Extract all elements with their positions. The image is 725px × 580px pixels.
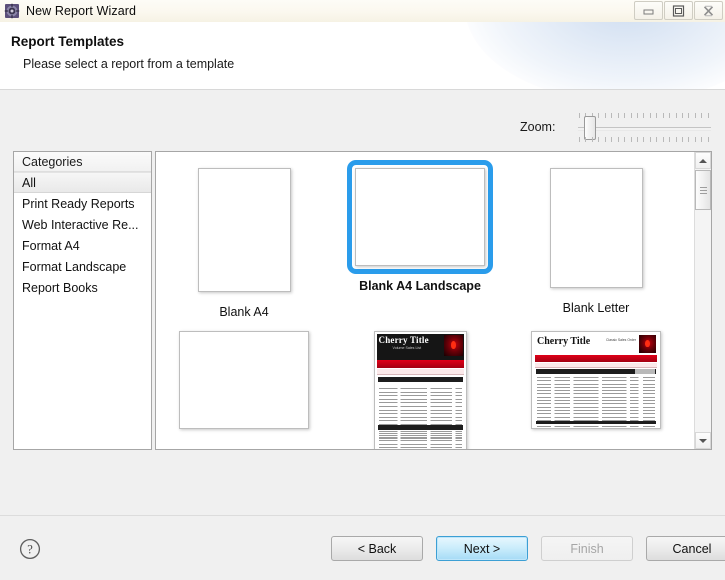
scroll-up-icon[interactable] (695, 152, 711, 169)
page-preview (179, 331, 309, 429)
report-group-bar (377, 425, 463, 430)
categories-panel: Categories All Print Ready Reports Web I… (13, 151, 152, 450)
page-preview (355, 168, 485, 266)
templates-row: Blank A4 Blank A4 Landscape Blank Letter (156, 160, 694, 319)
zoom-ticks-top (579, 111, 709, 118)
templates-scrollbar[interactable] (694, 152, 711, 449)
template-thumb-frame (171, 323, 317, 437)
wizard-header: Report Templates Please select a report … (0, 22, 725, 90)
sidebar-item-report-books[interactable]: Report Books (14, 277, 151, 298)
templates-row: Cherry Title Volume Sales List Cherry Ti… (156, 323, 694, 449)
report-accent-bar (535, 355, 657, 362)
minimize-icon[interactable] (634, 1, 663, 20)
report-subtitle: Classic Sales Order (606, 338, 636, 342)
template-item-blank-landscape-2[interactable] (156, 323, 332, 437)
template-label: Blank A4 (219, 305, 269, 319)
arrow-up-glyph (699, 158, 707, 163)
zoom-ticks-bottom (579, 137, 709, 144)
scrollbar-thumb[interactable] (695, 170, 711, 210)
back-button[interactable]: < Back (331, 536, 423, 561)
page-preview (197, 168, 291, 292)
template-item-blank-a4[interactable]: Blank A4 (156, 160, 332, 319)
category-label: Print Ready Reports (22, 196, 135, 211)
template-thumb-frame: Cherry Title Volume Sales List (366, 323, 475, 449)
report-column-strip (535, 363, 657, 368)
scroll-down-icon[interactable] (695, 432, 711, 449)
page-title: Report Templates (11, 34, 125, 49)
maximize-icon[interactable] (664, 1, 693, 20)
report-logo-icon (443, 335, 463, 356)
report-rows (378, 433, 462, 449)
category-label: All (22, 175, 36, 190)
sidebar-item-all[interactable]: All (14, 172, 151, 193)
help-icon[interactable]: ? (19, 538, 41, 560)
categories-header: Categories (14, 152, 151, 172)
svg-text:?: ? (27, 543, 33, 557)
category-label: Web Interactive Re... (22, 217, 139, 232)
category-label: Format Landscape (22, 259, 127, 274)
zoom-control: Zoom: (515, 108, 715, 150)
category-label: Report Books (22, 280, 98, 295)
gear-icon (4, 3, 20, 19)
template-thumb-frame: Cherry Title Classic Sales Order (523, 323, 669, 437)
arrow-down-glyph (699, 438, 707, 443)
window-title: New Report Wizard (26, 4, 137, 18)
zoom-slider-track[interactable] (578, 127, 711, 131)
header-glow-decoration (465, 22, 725, 89)
title-bar: New Report Wizard (0, 0, 725, 22)
template-item-blank-letter[interactable]: Blank Letter (508, 160, 684, 315)
wizard-body: Zoom: Categories All Print Ready Reports… (0, 90, 725, 515)
templates-scroll-view: Blank A4 Blank A4 Landscape Blank Letter… (156, 152, 694, 449)
sidebar-item-print-ready-reports[interactable]: Print Ready Reports (14, 193, 151, 214)
template-item-cherry-portrait[interactable]: Cherry Title Volume Sales List (332, 323, 508, 449)
page-subtitle: Please select a report from a template (23, 57, 235, 71)
template-label-selected: Blank A4 Landscape (359, 279, 481, 293)
template-item-blank-a4-landscape[interactable]: Blank A4 Landscape (332, 160, 508, 293)
template-item-cherry-landscape[interactable]: Cherry Title Classic Sales Order (508, 323, 684, 437)
template-label: Blank Letter (562, 301, 630, 315)
report-title: Cherry Title (378, 335, 429, 345)
template-thumb-frame (542, 160, 651, 296)
new-report-wizard-window: New Report Wizard Report Templates Pleas… (0, 0, 725, 580)
templates-panel: Blank A4 Blank A4 Landscape Blank Letter… (155, 151, 712, 450)
report-subtitle: Volume Sales List (392, 346, 422, 350)
wizard-button-row: < Back Next > Finish Cancel (331, 536, 725, 561)
report-footer-bar (536, 421, 656, 424)
page-preview (549, 168, 643, 288)
sidebar-item-format-landscape[interactable]: Format Landscape (14, 256, 151, 277)
template-thumb-frame (190, 160, 299, 300)
close-icon[interactable] (694, 1, 723, 20)
zoom-label: Zoom: (520, 120, 556, 134)
report-accent-bar (376, 360, 464, 368)
window-controls (633, 1, 723, 20)
grip-icon (699, 185, 707, 196)
report-column-strip (376, 369, 464, 375)
report-preview-cherry-landscape: Cherry Title Classic Sales Order (531, 331, 661, 429)
report-title: Cherry Title (537, 336, 591, 347)
sidebar-item-web-interactive-reports[interactable]: Web Interactive Re... (14, 214, 151, 235)
report-logo-icon (639, 335, 656, 353)
template-thumb-frame-selected (347, 160, 493, 274)
report-group-bar (377, 377, 463, 382)
cancel-button[interactable]: Cancel (646, 536, 725, 561)
category-label: Format A4 (22, 238, 80, 253)
report-preview-cherry-portrait: Cherry Title Volume Sales List (373, 331, 467, 449)
zoom-slider[interactable] (573, 108, 713, 150)
report-group-value (635, 369, 655, 374)
next-button[interactable]: Next > (436, 536, 528, 561)
finish-button: Finish (541, 536, 633, 561)
templates-grid: Blank A4 Blank A4 Landscape Blank Letter… (156, 152, 694, 449)
sidebar-item-format-a4[interactable]: Format A4 (14, 235, 151, 256)
